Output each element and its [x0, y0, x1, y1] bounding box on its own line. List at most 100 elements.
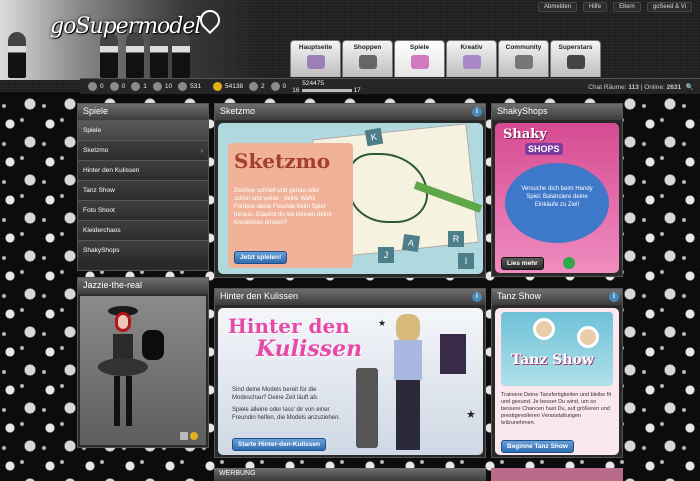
info-icon[interactable]: i [609, 292, 619, 302]
tanzshow-description: Trainiere Deine Tanzfertigkeiten und ble… [501, 392, 612, 426]
tanzshow-promo[interactable]: Tanz Show Trainiere Deine Tanzfertigkeit… [495, 308, 619, 455]
search-icon[interactable]: 🔍 [686, 84, 694, 91]
stat-value: 0 [282, 83, 287, 90]
stat-value: 0 [100, 83, 104, 90]
info-icon[interactable]: i [472, 107, 482, 117]
help-link[interactable]: Hilfe [583, 2, 608, 12]
stat-item[interactable]: 2 [249, 82, 265, 91]
coin-icon [212, 82, 222, 91]
tab-spiele[interactable]: Spiele [394, 40, 445, 77]
avatar-panel: Jazzie-the-real [77, 277, 209, 448]
kulissen-start-button[interactable]: Starte Hinter-den-Kulissen [232, 438, 326, 451]
sidebar-item-spiele[interactable]: Spiele [78, 120, 208, 140]
chat-label: Chat Räume: [588, 83, 627, 91]
letter-tile: R [448, 231, 464, 247]
info-icon [131, 82, 141, 91]
tab-hauptseite[interactable]: Hauptseite [290, 40, 341, 77]
stat-value: 531 [190, 83, 201, 90]
online-info: Chat Räume: 113 | Online: 2631 🔍 [588, 83, 694, 91]
stat-item[interactable]: 531 [178, 82, 201, 91]
community-icon [514, 55, 533, 69]
kulissen-text-1: Sind deine Models bereit für die Modesch… [232, 387, 319, 401]
sketzmo-promo[interactable]: Sketzmo Zeichne schnell und genau oder s… [218, 123, 483, 274]
mail-icon [109, 82, 119, 91]
sketzmo-play-button[interactable]: Jetzt spielen! [234, 251, 288, 264]
dancer-avatar [577, 326, 599, 348]
shakyshops-description: Versuche dich beim Handy Spiel: Balancie… [521, 186, 593, 208]
crown-icon [270, 82, 280, 91]
online-count: 2631 [666, 83, 682, 91]
shakyshops-readmore-button[interactable]: Lies mehr [501, 257, 544, 270]
level-bar [301, 88, 352, 92]
kulissen-logo-line2: Kulissen [256, 336, 363, 362]
logout-link[interactable]: Abmelden [538, 2, 578, 12]
sidebar-item-kulissen[interactable]: Hinter den Kulissen [78, 160, 208, 180]
avatar-cat [142, 330, 164, 360]
panel-title-text: Tanz Show [497, 291, 542, 301]
avatar-stage[interactable] [80, 296, 206, 445]
camera-icon[interactable] [180, 432, 188, 440]
sidebar-item-label: Sketzmo [83, 147, 109, 154]
model-head [396, 314, 420, 342]
letter-tile: A [401, 233, 421, 253]
chat-count[interactable]: 113 [628, 84, 639, 91]
clothes-rack [440, 334, 466, 374]
sketzmo-description: Zeichne schnell und genau oder schön und… [234, 188, 332, 226]
stat-item[interactable]: 0 [109, 82, 125, 91]
heart-icon [178, 82, 188, 91]
parents-link[interactable]: Eltern [613, 2, 641, 12]
sidebar-item-kleiderchaos[interactable]: Kleiderchaos [78, 220, 208, 240]
sidebar-title: Spiele [78, 104, 208, 120]
diamond-icon [306, 55, 325, 69]
kulissen-text-2: Spiele alleine oder lass' dir von einer … [232, 407, 341, 421]
kulissen-promo[interactable]: Hinter den Kulissen Sind deine Models be… [218, 308, 483, 455]
avatar-leg [114, 376, 120, 426]
score-value: 524475 [302, 79, 324, 87]
model-legs [396, 380, 420, 450]
letter-tile: I [458, 253, 474, 269]
ad-label: WERBUNG [214, 468, 486, 481]
sidebar-item-fotoshoot[interactable]: Foto Shoot [78, 200, 208, 220]
tab-community[interactable]: Community [498, 40, 549, 77]
tab-shoppen[interactable]: Shoppen [342, 40, 393, 77]
level-to: 17 [353, 86, 361, 94]
avatar-name[interactable]: Jazzie-the-real [78, 278, 208, 294]
tanzshow-title: Tanz Show i [492, 289, 622, 305]
stat-item[interactable]: 0 [88, 82, 104, 91]
stat-item[interactable]: 1 [131, 82, 147, 91]
shakyshops-title: ShakyShops [492, 104, 622, 120]
model-figure [8, 32, 26, 78]
avatar-leg [126, 376, 132, 426]
money-stat[interactable]: 54138 [212, 82, 243, 91]
paintbrush-icon [462, 55, 481, 69]
kulissen-panel: Hinter den Kulissen i Hinter den Kulissen… [214, 288, 486, 458]
stat-value: 1 [143, 83, 147, 90]
stat-item[interactable]: 10 [152, 82, 173, 91]
sidebar-item-sketzmo[interactable]: Sketzmo › [78, 140, 208, 160]
goseed-link[interactable]: goSeed & Vi [646, 2, 692, 12]
sidebar-item-tanzshow[interactable]: Tanz Show [78, 180, 208, 200]
shaky-logo-2: SHOPS [525, 143, 563, 155]
games-sidebar: Spiele Spiele Sketzmo › Hinter den Kuliss… [77, 103, 209, 271]
shakyshops-promo[interactable]: Shaky SHOPS Versuche dich beim Handy Spi… [495, 123, 619, 273]
site-logo[interactable]: goSupermodel [50, 14, 201, 39]
mobile-icon [563, 257, 575, 269]
tab-label: Spiele [409, 44, 430, 51]
chevron-right-icon: › [200, 146, 203, 155]
letter-tile: K [364, 127, 384, 147]
tab-kreativ[interactable]: Kreativ [446, 40, 497, 77]
coin-icon[interactable] [190, 432, 198, 440]
stat-value: 10 [164, 83, 173, 90]
info-icon[interactable]: i [472, 292, 482, 302]
stat-item[interactable]: 0 [270, 82, 287, 91]
tab-label: Community [505, 44, 542, 51]
sketzmo-title: Sketzmo i [215, 104, 485, 120]
model-torso [394, 340, 422, 380]
tab-label: Hauptseite [298, 44, 333, 51]
tab-label: Superstars [558, 44, 593, 51]
level-from: 16 [292, 86, 300, 94]
tanzshow-start-button[interactable]: Beginne Tanz Show [501, 440, 574, 453]
tab-superstars[interactable]: Superstars [550, 40, 601, 77]
bottom-panel-edge [491, 468, 623, 481]
sidebar-item-shakyshops[interactable]: ShakyShops [78, 240, 208, 260]
